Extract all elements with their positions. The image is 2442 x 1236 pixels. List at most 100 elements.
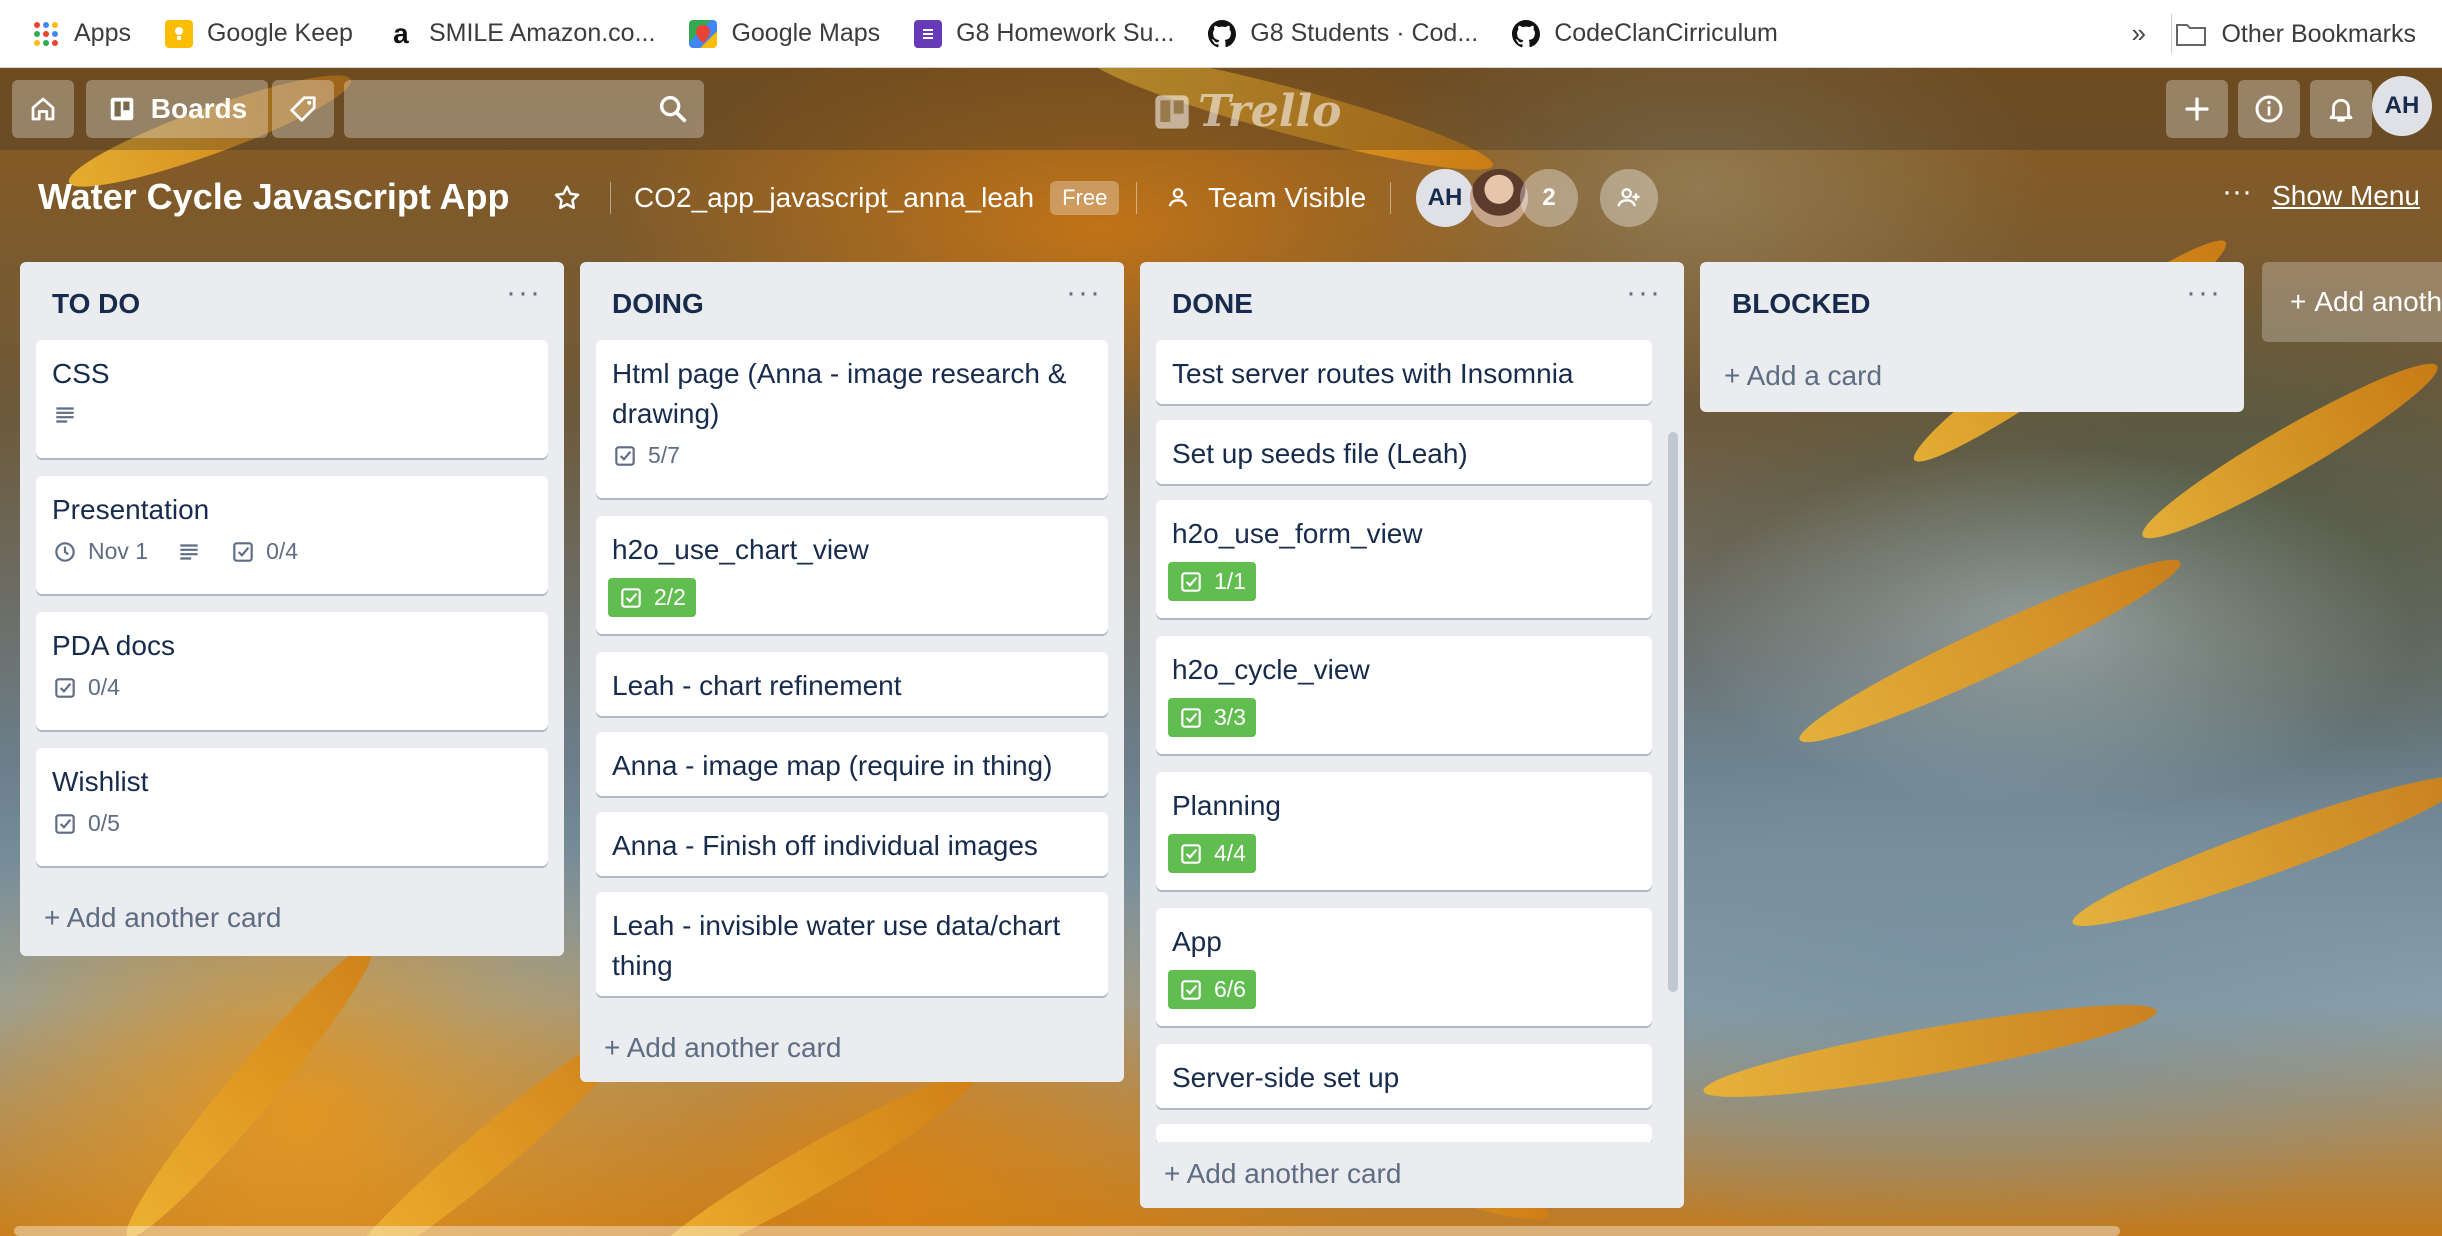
checkbox-icon <box>55 813 75 834</box>
card[interactable]: App 6/6 <box>1156 908 1652 1026</box>
plus-icon: + <box>1724 360 1747 391</box>
home-icon <box>31 97 55 121</box>
board-header: Water Cycle Javascript App CO2_app_javas… <box>0 150 2442 246</box>
bookmark-g8-homework[interactable]: G8 Homework Su... <box>914 19 1174 48</box>
bell-icon <box>2329 98 2353 122</box>
bookmark-apps[interactable]: Apps <box>32 19 131 48</box>
card[interactable]: Html page (Anna - image research & drawi… <box>596 340 1108 498</box>
trello-logo[interactable]: Trello <box>1152 86 1342 137</box>
templates-button[interactable] <box>272 80 334 138</box>
list-doing: DOING ··· Html page (Anna - image resear… <box>580 262 1124 1082</box>
bookmark-label: Apps <box>74 19 131 47</box>
card[interactable]: Server-side set up <box>1156 1044 1652 1108</box>
list-title[interactable]: DOING <box>612 288 704 320</box>
more-members-count[interactable]: 2 <box>1520 169 1578 227</box>
add-list-button[interactable]: + Add anoth <box>2262 262 2442 342</box>
bookmark-google-maps[interactable]: Google Maps <box>689 19 880 48</box>
info-button[interactable] <box>2238 80 2300 138</box>
list-menu-icon[interactable]: ··· <box>2186 276 2222 310</box>
card[interactable]: Set up seeds file (Leah) <box>1156 420 1652 484</box>
header-divider <box>1390 182 1391 214</box>
member-avatar[interactable]: AH <box>1416 169 1474 227</box>
google-keep-icon <box>164 19 193 48</box>
checklist-badge: 0/5 <box>52 810 120 837</box>
checkbox-icon <box>233 541 253 562</box>
plan-badge: Free <box>1050 181 1120 215</box>
trello-logo-icon <box>1155 94 1189 129</box>
notifications-button[interactable] <box>2310 80 2372 138</box>
card[interactable]: PDA docs 0/4 <box>36 612 548 730</box>
create-button[interactable] <box>2166 80 2228 138</box>
card[interactable]: Leah - chart refinement <box>596 652 1108 716</box>
add-card-button[interactable]: + Add another card <box>604 1032 841 1064</box>
bookmark-google-keep[interactable]: Google Keep <box>164 19 353 48</box>
tag-icon <box>290 96 316 122</box>
boards-button[interactable]: Boards <box>86 80 268 138</box>
bookmark-label: CodeClanCirriculum <box>1554 19 1778 47</box>
invite-member-button[interactable] <box>1600 169 1658 227</box>
checklist-complete-badge: 6/6 <box>1168 970 1256 1009</box>
card[interactable]: h2o_use_form_view 1/1 <box>1156 500 1652 618</box>
search-field[interactable] <box>344 80 704 138</box>
more-bookmarks-chevron[interactable]: » <box>2132 18 2146 49</box>
list-blocked: BLOCKED ··· + Add a card <box>1700 262 2244 412</box>
search-icon[interactable] <box>656 92 690 126</box>
team-name: CO2_app_javascript_anna_leah <box>634 182 1035 213</box>
description-icon <box>176 539 202 565</box>
bookmark-label: Google Maps <box>731 19 881 47</box>
bookmark-codeclan-curriculum[interactable]: CodeClanCirriculum <box>1512 19 1778 48</box>
bookmark-g8-students[interactable]: G8 Students · Cod... <box>1208 19 1478 48</box>
card-title: Server-side set up <box>1172 1062 1400 1093</box>
card[interactable]: CSS <box>36 340 548 458</box>
star-board-button[interactable] <box>552 170 582 226</box>
card[interactable]: Test server routes with Insomnia <box>1156 340 1652 404</box>
user-avatar[interactable]: AH <box>2372 76 2432 136</box>
card[interactable]: Anna - Finish off individual images <box>596 812 1108 876</box>
list-menu-icon[interactable]: ··· <box>506 276 542 310</box>
other-bookmarks[interactable]: Other Bookmarks <box>2175 0 2416 68</box>
list-done: DONE ··· Test server routes with Insomni… <box>1140 262 1684 1208</box>
card[interactable]: Presentation Nov 1 0/4 <box>36 476 548 594</box>
list-menu-icon[interactable]: ··· <box>1626 276 1662 310</box>
list-menu-icon[interactable]: ··· <box>1066 276 1102 310</box>
card-title: Wishlist <box>52 766 149 797</box>
home-button[interactable] <box>12 80 74 138</box>
board-title[interactable]: Water Cycle Javascript App <box>38 176 510 218</box>
card-title: Anna - Finish off individual images <box>612 830 1038 861</box>
add-card-button[interactable]: + Add another card <box>44 902 281 934</box>
search-input[interactable] <box>344 80 704 138</box>
plus-icon: + <box>604 1032 627 1063</box>
checklist-complete-badge: 4/4 <box>1168 834 1256 873</box>
card-title: h2o_cycle_view <box>1172 654 1370 685</box>
checklist-complete-badge: 2/2 <box>608 578 696 617</box>
checkbox-icon <box>1181 571 1201 592</box>
team-visible-icon <box>1168 188 1188 207</box>
list-title[interactable]: DONE <box>1172 288 1253 320</box>
description-icon <box>52 402 78 428</box>
card[interactable]: Leah - invisible water use data/chart th… <box>596 892 1108 996</box>
visibility-button[interactable]: Team Visible <box>1164 170 1366 226</box>
card[interactable] <box>1156 1124 1652 1144</box>
card[interactable]: Anna - image map (require in thing) <box>596 732 1108 796</box>
list-title[interactable]: TO DO <box>52 288 140 320</box>
card-title: Leah - chart refinement <box>612 670 902 701</box>
checklist-badge: 5/7 <box>612 442 680 469</box>
board-horizontal-scrollbar[interactable] <box>14 1226 2120 1236</box>
list-scrollbar[interactable] <box>1668 432 1678 992</box>
team-button[interactable]: CO2_app_javascript_anna_leah Free <box>634 170 1120 226</box>
bookmark-amazon[interactable]: a SMILE Amazon.co... <box>387 18 655 49</box>
add-card-button[interactable]: + Add another card <box>1164 1158 1401 1190</box>
card[interactable]: Wishlist 0/5 <box>36 748 548 866</box>
card-title: PDA docs <box>52 630 175 661</box>
card[interactable]: h2o_cycle_view 3/3 <box>1156 636 1652 754</box>
add-card-button[interactable]: + Add a card <box>1724 360 1882 392</box>
list-title[interactable]: BLOCKED <box>1732 288 1870 320</box>
card[interactable]: h2o_use_chart_view 2/2 <box>596 516 1108 634</box>
checklist-count: 0/4 <box>266 538 299 564</box>
show-menu-link[interactable]: Show Menu <box>2272 180 2420 212</box>
add-card-label: Add another card <box>626 1032 842 1063</box>
card[interactable]: Planning 4/4 <box>1156 772 1652 890</box>
bookmark-label: G8 Students · Cod... <box>1250 19 1479 47</box>
github-icon <box>1512 19 1541 48</box>
menu-dots-icon[interactable]: ··· <box>2222 164 2252 220</box>
